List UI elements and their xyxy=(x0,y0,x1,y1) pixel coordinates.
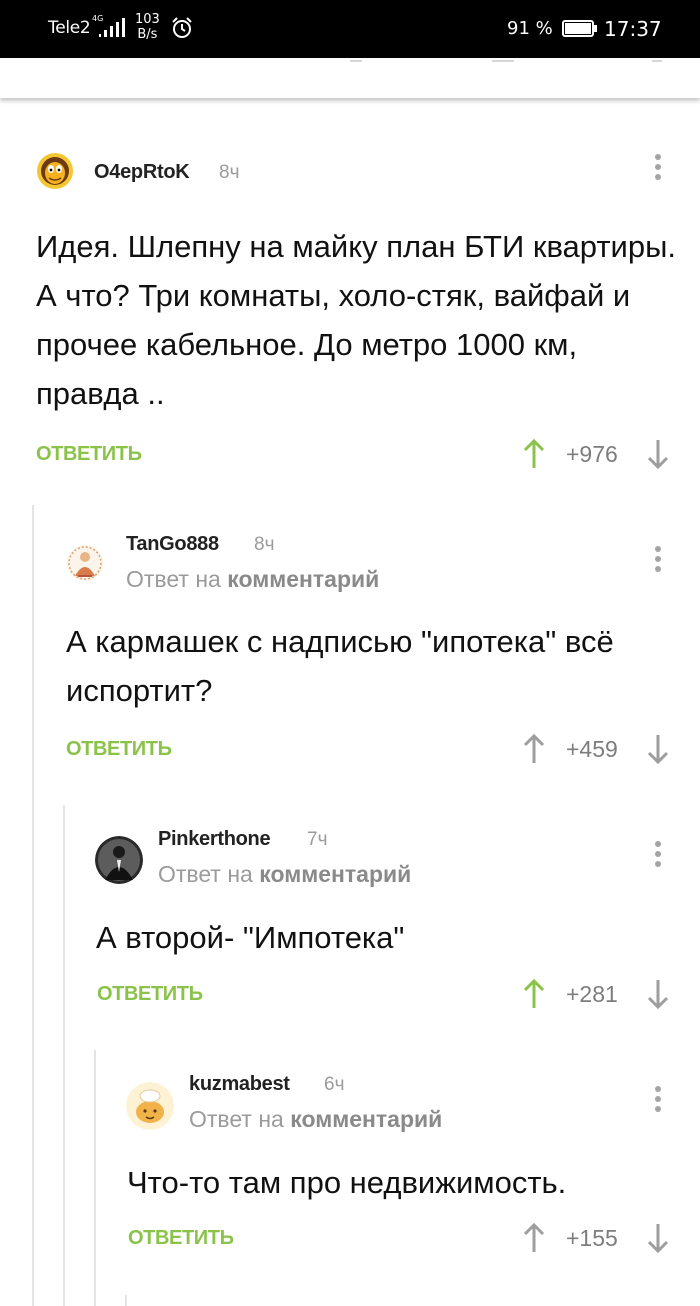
reply-to-target[interactable]: комментарий xyxy=(290,1106,442,1132)
comment-username[interactable]: TanGo888 xyxy=(126,533,219,556)
reply-button[interactable]: ОТВЕТИТЬ xyxy=(66,738,172,761)
thread-line xyxy=(63,805,65,1306)
comment-time: 8ч xyxy=(219,162,240,183)
comment-time: 8ч xyxy=(254,534,275,555)
network-speed-value: 103 xyxy=(135,12,160,27)
upvote-icon[interactable] xyxy=(522,978,546,1010)
reply-button[interactable]: ОТВЕТИТЬ xyxy=(128,1227,234,1250)
toolbar-ghost-icon xyxy=(350,54,362,62)
more-options-icon[interactable] xyxy=(648,1082,668,1120)
comment-username[interactable]: kuzmabest xyxy=(189,1073,290,1096)
reply-to-link[interactable]: Ответ на комментарий xyxy=(126,566,379,593)
more-options-icon[interactable] xyxy=(648,837,668,875)
comment-rating: +976 xyxy=(566,441,618,467)
thread-line xyxy=(94,1050,96,1306)
downvote-icon[interactable] xyxy=(646,1222,670,1254)
comment-time: 6ч xyxy=(324,1074,345,1095)
upvote-icon[interactable] xyxy=(522,733,546,765)
carrier-name: Tele2 xyxy=(48,18,91,38)
reply-to-prefix: Ответ на xyxy=(126,566,221,592)
comment-rating: +281 xyxy=(566,981,618,1007)
battery-icon xyxy=(562,20,597,37)
comment-text: А кармашек с надписью "ипотека" всё испо… xyxy=(66,624,614,708)
comment-rating: +459 xyxy=(566,736,618,762)
avatar[interactable] xyxy=(36,152,74,190)
downvote-icon[interactable] xyxy=(646,733,670,765)
more-options-icon[interactable] xyxy=(648,150,668,188)
reply-button[interactable]: ОТВЕТИТЬ xyxy=(97,983,203,1006)
reply-to-target[interactable]: комментарий xyxy=(227,566,379,592)
reply-to-prefix: Ответ на xyxy=(158,861,253,887)
more-options-icon[interactable] xyxy=(648,542,668,580)
downvote-icon[interactable] xyxy=(646,978,670,1010)
avatar[interactable] xyxy=(66,544,104,582)
status-clock: 17:37 xyxy=(604,17,662,41)
comment-time: 7ч xyxy=(307,829,328,850)
signal-icon xyxy=(99,18,125,37)
reply-to-target[interactable]: комментарий xyxy=(259,861,411,887)
comment-rating: +155 xyxy=(566,1225,618,1251)
comment-text: Что-то там про недвижимость. xyxy=(127,1165,567,1200)
network-speed: 103 B/s xyxy=(135,12,160,42)
toolbar-ghost-icon xyxy=(652,54,662,62)
comment-username[interactable]: O4epRtoK xyxy=(94,161,190,184)
post-toolbar xyxy=(0,58,700,98)
network-speed-unit: B/s xyxy=(137,27,158,42)
upvote-icon[interactable] xyxy=(522,438,546,470)
upvote-icon[interactable] xyxy=(522,1222,546,1254)
comment-text: Идея. Шлепну на майку план БТИ квартиры.… xyxy=(36,229,677,411)
thread-line xyxy=(125,1295,127,1306)
battery-percent: 91 % xyxy=(507,18,553,39)
reply-button[interactable]: ОТВЕТИТЬ xyxy=(36,443,142,466)
status-bar: Tele2 4G 103 B/s 91 % 17:37 xyxy=(0,0,700,58)
thread-line xyxy=(32,505,34,1306)
downvote-icon[interactable] xyxy=(646,438,670,470)
alarm-icon xyxy=(172,17,192,38)
avatar[interactable] xyxy=(95,836,143,884)
avatar[interactable] xyxy=(126,1082,174,1130)
reply-to-link[interactable]: Ответ на комментарий xyxy=(158,861,411,888)
reply-to-link[interactable]: Ответ на комментарий xyxy=(189,1106,442,1133)
comment-username[interactable]: Pinkerthone xyxy=(158,828,271,851)
comment-text: А второй- "Импотека" xyxy=(96,920,405,955)
toolbar-ghost-icon xyxy=(492,54,514,62)
reply-to-prefix: Ответ на xyxy=(189,1106,284,1132)
